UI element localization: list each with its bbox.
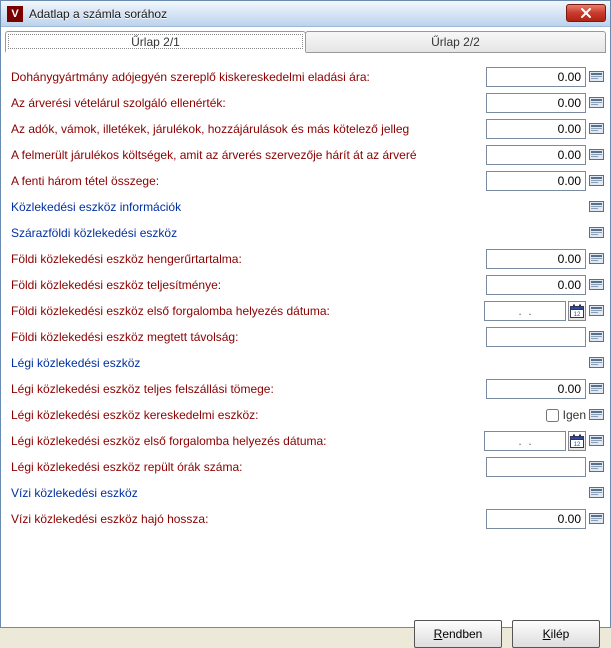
field-label: Földi közlekedési eszköz teljesítménye: <box>11 278 486 292</box>
form-row: Közlekedési eszköz információk <box>11 195 604 219</box>
numeric-input[interactable] <box>486 67 586 87</box>
tab-form-2-2[interactable]: Űrlap 2/2 <box>305 31 606 53</box>
field-label: Közlekedési eszköz információk <box>11 200 588 214</box>
row-helper-icon[interactable] <box>588 355 604 371</box>
numeric-input[interactable] <box>486 249 586 269</box>
field-label: Az árverési vételárul szolgáló ellenérté… <box>11 96 486 110</box>
row-helper-icon[interactable] <box>588 407 604 423</box>
form-row: Légi közlekedési eszköz <box>11 351 604 375</box>
tab-label: Űrlap 2/2 <box>431 35 480 49</box>
form-row: A fenti három tétel összege: <box>11 169 604 193</box>
numeric-input[interactable] <box>486 93 586 113</box>
form-row: Vízi közlekedési eszköz <box>11 481 604 505</box>
window-title: Adatlap a számla sorához <box>29 7 167 21</box>
tab-form-2-1[interactable]: Űrlap 2/1 <box>5 31 306 53</box>
text-input[interactable] <box>486 327 586 347</box>
numeric-input[interactable] <box>486 379 586 399</box>
dialog-window: V Adatlap a számla sorához Űrlap 2/1 Űrl… <box>0 0 611 628</box>
ok-button[interactable]: Rendben <box>414 620 502 648</box>
numeric-input[interactable] <box>486 119 586 139</box>
row-helper-icon[interactable] <box>588 277 604 293</box>
form-row: Az árverési vételárul szolgáló ellenérté… <box>11 91 604 115</box>
row-helper-icon[interactable] <box>588 147 604 163</box>
field-label: Dohánygyártmány adójegyén szereplő kiske… <box>11 70 486 84</box>
numeric-input[interactable] <box>486 145 586 165</box>
row-helper-icon[interactable] <box>588 511 604 527</box>
row-helper-icon[interactable] <box>588 225 604 241</box>
field-label: Légi közlekedési eszköz kereskedelmi esz… <box>11 408 486 422</box>
date-input[interactable] <box>484 301 566 321</box>
form-row: Dohánygyártmány adójegyén szereplő kiske… <box>11 65 604 89</box>
form-row: Légi közlekedési eszköz első forgalomba … <box>11 429 604 453</box>
row-helper-icon[interactable] <box>588 95 604 111</box>
field-label: Légi közlekedési eszköz <box>11 356 588 370</box>
numeric-input[interactable] <box>486 171 586 191</box>
row-helper-icon[interactable] <box>588 251 604 267</box>
form-body: Dohánygyártmány adójegyén szereplő kiske… <box>1 53 610 609</box>
form-row: Földi közlekedési eszköz első forgalomba… <box>11 299 604 323</box>
form-row: Légi közlekedési eszköz kereskedelmi esz… <box>11 403 604 427</box>
row-helper-icon[interactable] <box>588 329 604 345</box>
form-row: Földi közlekedési eszköz hengerűrtartalm… <box>11 247 604 271</box>
numeric-input[interactable] <box>486 509 586 529</box>
app-icon: V <box>7 6 23 22</box>
dialog-footer: Rendben Kilép <box>1 613 610 648</box>
form-row: Légi közlekedési eszköz repült órák szám… <box>11 455 604 479</box>
tabs: Űrlap 2/1 Űrlap 2/2 <box>5 31 606 53</box>
row-helper-icon[interactable] <box>588 459 604 475</box>
cancel-button[interactable]: Kilép <box>512 620 600 648</box>
field-label: A felmerült járulékos költségek, amit az… <box>11 148 486 162</box>
close-icon <box>581 8 591 18</box>
form-row: Földi közlekedési eszköz teljesítménye: <box>11 273 604 297</box>
field-label: Vízi közlekedési eszköz hajó hossza: <box>11 512 486 526</box>
calendar-button[interactable]: 12 <box>568 301 586 321</box>
row-helper-icon[interactable] <box>588 303 604 319</box>
checkbox-label: Igen <box>563 408 586 422</box>
row-helper-icon[interactable] <box>588 381 604 397</box>
titlebar: V Adatlap a számla sorához <box>1 1 610 27</box>
form-row: Földi közlekedési eszköz megtett távolsá… <box>11 325 604 349</box>
checkbox-wrapper[interactable]: Igen <box>486 408 586 422</box>
row-helper-icon[interactable] <box>588 433 604 449</box>
field-label: Szárazföldi közlekedési eszköz <box>11 226 588 240</box>
field-label: A fenti három tétel összege: <box>11 174 486 188</box>
field-label: Légi közlekedési eszköz teljes felszállá… <box>11 382 486 396</box>
form-row: A felmerült járulékos költségek, amit az… <box>11 143 604 167</box>
form-row: Légi közlekedési eszköz teljes felszállá… <box>11 377 604 401</box>
date-input[interactable] <box>484 431 566 451</box>
form-row: Vízi közlekedési eszköz hajó hossza: <box>11 507 604 531</box>
checkbox[interactable] <box>546 409 559 422</box>
field-label: Légi közlekedési eszköz repült órák szám… <box>11 460 486 474</box>
field-label: Az adók, vámok, illetékek, járulékok, ho… <box>11 122 486 136</box>
svg-text:12: 12 <box>574 442 581 448</box>
row-helper-icon[interactable] <box>588 199 604 215</box>
tab-label: Űrlap 2/1 <box>131 35 180 49</box>
field-label: Vízi közlekedési eszköz <box>11 486 588 500</box>
calendar-button[interactable]: 12 <box>568 431 586 451</box>
row-helper-icon[interactable] <box>588 121 604 137</box>
row-helper-icon[interactable] <box>588 69 604 85</box>
svg-text:12: 12 <box>574 312 581 318</box>
field-label: Földi közlekedési eszköz első forgalomba… <box>11 304 484 318</box>
form-row: Az adók, vámok, illetékek, járulékok, ho… <box>11 117 604 141</box>
field-label: Légi közlekedési eszköz első forgalomba … <box>11 434 484 448</box>
close-button[interactable] <box>566 4 606 22</box>
numeric-input[interactable] <box>486 275 586 295</box>
row-helper-icon[interactable] <box>588 173 604 189</box>
text-input[interactable] <box>486 457 586 477</box>
form-row: Szárazföldi közlekedési eszköz <box>11 221 604 245</box>
field-label: Földi közlekedési eszköz hengerűrtartalm… <box>11 252 486 266</box>
field-label: Földi közlekedési eszköz megtett távolsá… <box>11 330 486 344</box>
row-helper-icon[interactable] <box>588 485 604 501</box>
